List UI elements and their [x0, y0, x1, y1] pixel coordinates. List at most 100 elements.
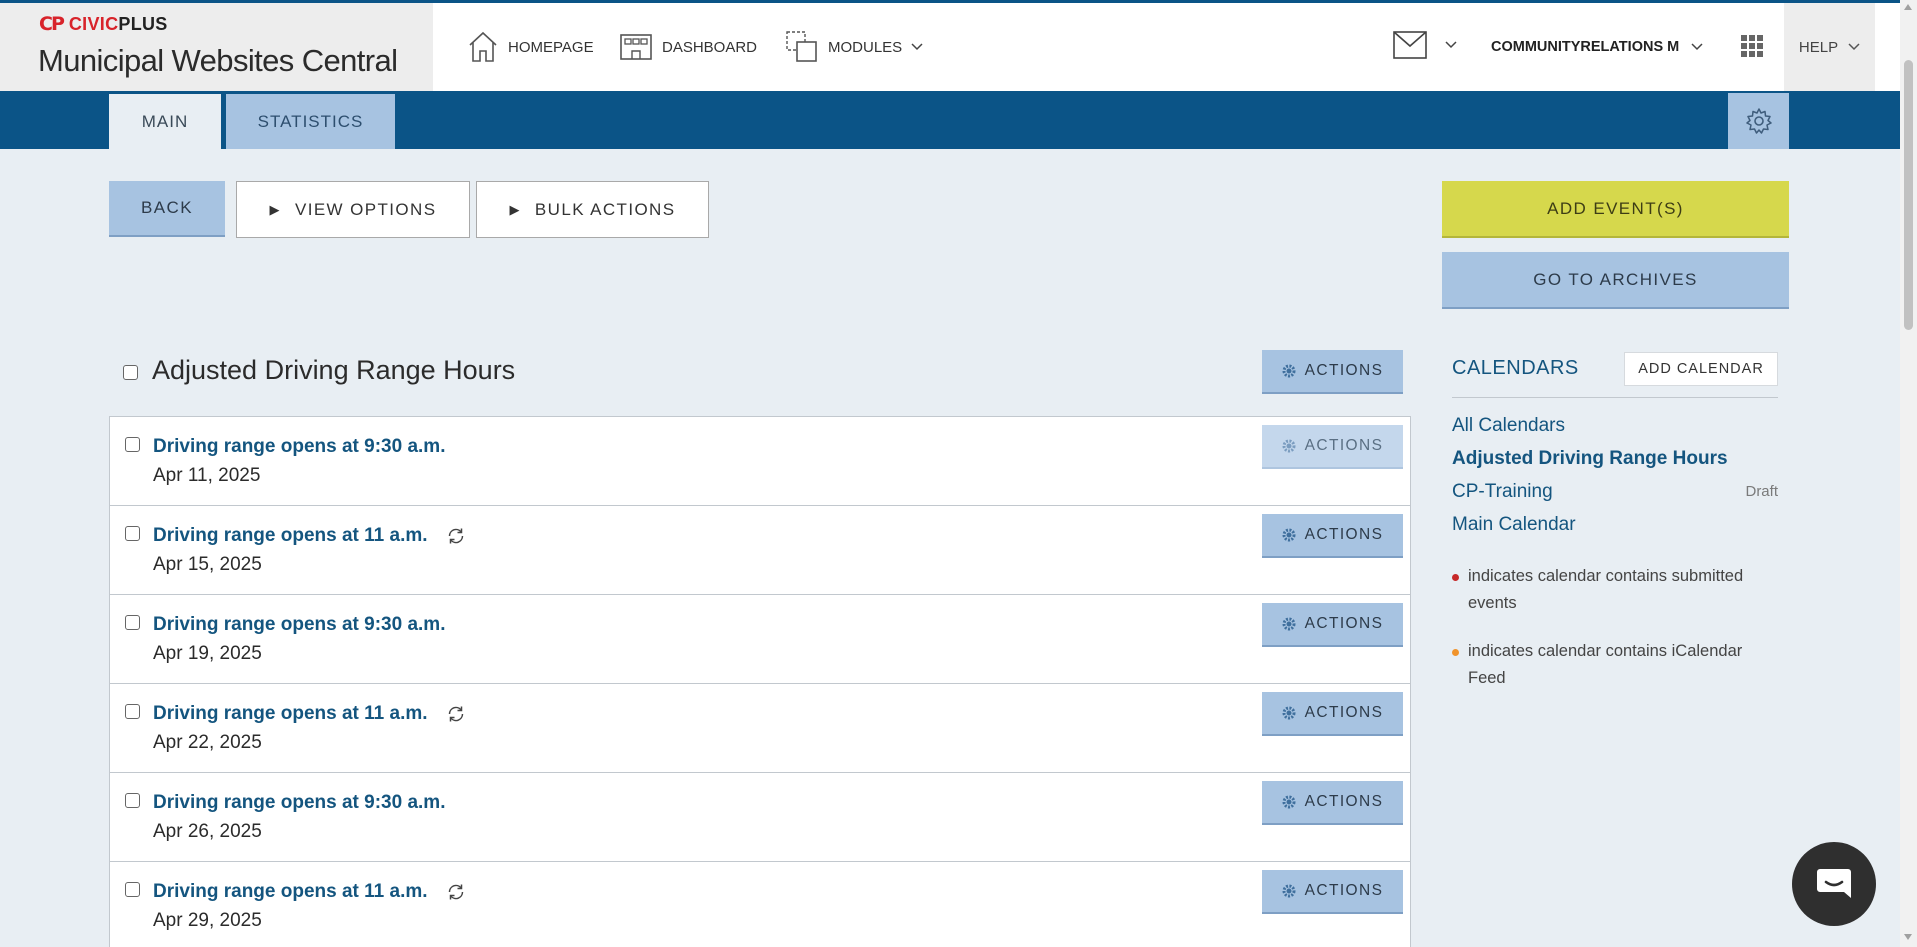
calendar-link-cp-training[interactable]: CP-Training Draft — [1452, 475, 1778, 508]
nav-modules-label: MODULES — [828, 38, 903, 56]
user-menu[interactable]: COMMUNITYRELATIONS M — [1491, 3, 1703, 91]
event-row: Driving range opens at 11 a.m. Apr 29, 2… — [110, 862, 1410, 947]
actions-label: ACTIONS — [1304, 615, 1384, 632]
calendar-header: Adjusted Driving Range Hours ACTIONS — [109, 350, 1411, 394]
event-checkbox[interactable] — [125, 526, 140, 541]
caret-right-icon: ▶ — [509, 201, 521, 217]
actions-label: ACTIONS — [1304, 882, 1384, 899]
legend-icalendar-feed: indicates calendar contains iCalendar Fe… — [1452, 638, 1778, 692]
chat-widget-button[interactable] — [1792, 842, 1876, 926]
event-checkbox[interactable] — [125, 704, 140, 719]
calendar-list: All Calendars Adjusted Driving Range Hou… — [1452, 409, 1778, 541]
event-checkbox[interactable] — [125, 793, 140, 808]
scroll-down-arrow-icon[interactable] — [1904, 934, 1912, 940]
events-list: Driving range opens at 9:30 a.m. Apr 11,… — [109, 416, 1411, 947]
nav-homepage-label: HOMEPAGE — [508, 38, 594, 56]
calendar-link-main-calendar[interactable]: Main Calendar — [1452, 508, 1778, 541]
event-row: Driving range opens at 9:30 a.m. Apr 11,… — [110, 417, 1410, 506]
nav-modules[interactable]: MODULES — [785, 3, 923, 91]
event-checkbox[interactable] — [125, 882, 140, 897]
bulk-actions-label: BULK ACTIONS — [534, 199, 676, 219]
event-actions-button[interactable]: ACTIONS — [1262, 692, 1403, 736]
add-events-button[interactable]: ADD EVENT(S) — [1442, 181, 1789, 238]
calendar-link-all[interactable]: All Calendars — [1452, 409, 1778, 442]
chevron-down-icon — [1848, 43, 1860, 51]
module-tabbar: MAIN STATISTICS — [0, 91, 1900, 149]
chevron-down-icon — [1691, 43, 1703, 51]
apps-grid-icon[interactable] — [1741, 35, 1763, 57]
event-title-link[interactable]: Driving range opens at 11 a.m. — [153, 525, 466, 547]
event-title-link[interactable]: Driving range opens at 9:30 a.m. — [153, 792, 445, 814]
help-label: HELP — [1798, 38, 1839, 56]
scroll-up-arrow-icon[interactable] — [1904, 4, 1912, 10]
event-title-link[interactable]: Driving range opens at 11 a.m. — [153, 703, 466, 725]
site-title: Municipal Websites Central — [38, 43, 398, 78]
event-date: Apr 22, 2025 — [153, 732, 262, 753]
tab-statistics[interactable]: STATISTICS — [226, 94, 395, 149]
event-date: Apr 11, 2025 — [153, 465, 261, 486]
actions-label: ACTIONS — [1304, 526, 1384, 543]
event-actions-button[interactable]: ACTIONS — [1262, 425, 1403, 469]
mail-icon — [1393, 31, 1427, 59]
modules-icon — [786, 31, 817, 62]
event-checkbox[interactable] — [125, 437, 140, 452]
nav-dashboard[interactable]: DASHBOARD — [619, 3, 757, 91]
page-scrollbar[interactable] — [1900, 0, 1917, 947]
calendar-link-adjusted-driving-range-hours[interactable]: Adjusted Driving Range Hours — [1452, 442, 1778, 475]
event-checkbox[interactable] — [125, 615, 140, 630]
civicplus-logo: CP CIVICPLUS — [39, 13, 168, 35]
select-all-checkbox[interactable] — [123, 365, 138, 380]
event-row: Driving range opens at 11 a.m. Apr 15, 2… — [110, 506, 1410, 595]
bulk-actions-button[interactable]: ▶ BULK ACTIONS — [476, 181, 709, 238]
gear-icon — [1282, 528, 1296, 542]
calendars-sidebar: CALENDARS ADD CALENDAR All Calendars Adj… — [1452, 350, 1778, 713]
event-actions-button[interactable]: ACTIONS — [1262, 870, 1403, 914]
brand-area[interactable]: CP CIVICPLUS Municipal Websites Central — [0, 3, 433, 91]
add-calendar-button[interactable]: ADD CALENDAR — [1624, 352, 1778, 386]
tab-main[interactable]: MAIN — [109, 94, 221, 149]
event-actions-button[interactable]: ACTIONS — [1262, 603, 1403, 647]
scrollbar-thumb[interactable] — [1904, 60, 1913, 330]
nav-homepage[interactable]: HOMEPAGE — [467, 3, 594, 91]
event-title-link[interactable]: Driving range opens at 9:30 a.m. — [153, 614, 445, 636]
gear-icon — [1282, 364, 1296, 378]
recurring-icon — [448, 528, 463, 544]
logo-mark: CP — [39, 13, 65, 35]
go-to-archives-button[interactable]: GO TO ARCHIVES — [1442, 252, 1789, 309]
caret-right-icon: ▶ — [269, 201, 281, 217]
actions-label: ACTIONS — [1304, 704, 1384, 721]
calendars-sidebar-header: CALENDARS ADD CALENDAR — [1452, 350, 1778, 398]
red-dot-icon — [1452, 574, 1459, 581]
help-menu[interactable]: HELP — [1784, 3, 1875, 91]
view-options-label: VIEW OPTIONS — [294, 199, 437, 219]
messages-menu[interactable] — [1393, 31, 1457, 59]
event-title-link[interactable]: Driving range opens at 11 a.m. — [153, 881, 466, 903]
chevron-down-icon — [1445, 41, 1457, 49]
event-row: Driving range opens at 11 a.m. Apr 22, 2… — [110, 684, 1410, 773]
orange-dot-icon — [1452, 649, 1459, 656]
event-actions-button[interactable]: ACTIONS — [1262, 514, 1403, 558]
event-date: Apr 15, 2025 — [153, 554, 262, 575]
event-title-link[interactable]: Driving range opens at 9:30 a.m. — [153, 436, 445, 458]
calendars-heading: CALENDARS — [1452, 357, 1579, 379]
house-icon — [469, 31, 497, 62]
chat-icon — [1817, 869, 1851, 898]
recurring-icon — [448, 706, 463, 722]
gear-icon — [1282, 439, 1296, 453]
event-row: Driving range opens at 9:30 a.m. Apr 19,… — [110, 595, 1410, 684]
actions-label: ACTIONS — [1304, 437, 1384, 454]
event-actions-button[interactable]: ACTIONS — [1262, 781, 1403, 825]
settings-button[interactable] — [1728, 93, 1789, 149]
event-date: Apr 29, 2025 — [153, 910, 262, 931]
event-row: Driving range opens at 9:30 a.m. Apr 26,… — [110, 773, 1410, 862]
actions-label: ACTIONS — [1304, 362, 1384, 379]
chevron-down-icon — [911, 43, 923, 51]
calendar-actions-button[interactable]: ACTIONS — [1262, 350, 1403, 394]
event-date: Apr 19, 2025 — [153, 643, 262, 664]
recurring-icon — [448, 884, 463, 900]
back-button[interactable]: BACK — [109, 181, 225, 237]
view-options-button[interactable]: ▶ VIEW OPTIONS — [236, 181, 470, 238]
calendar-title: Adjusted Driving Range Hours — [152, 355, 516, 385]
gear-icon — [1745, 108, 1772, 134]
user-name: COMMUNITYRELATIONS M — [1491, 39, 1680, 55]
